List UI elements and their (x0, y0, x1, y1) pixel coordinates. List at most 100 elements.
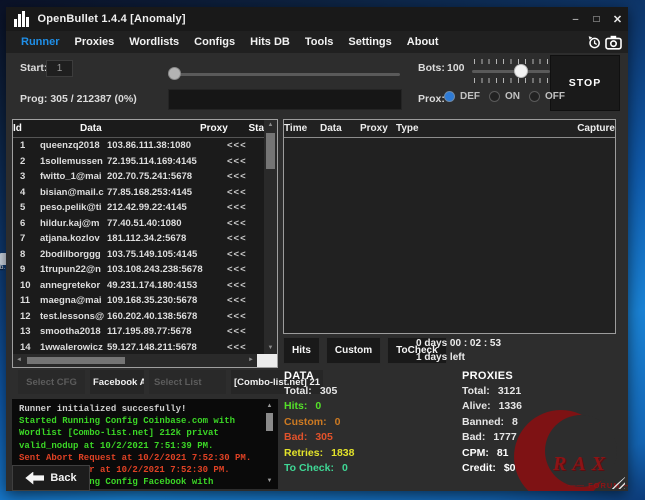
radio-button[interactable] (489, 91, 500, 102)
radio-button[interactable] (444, 91, 455, 102)
close-button[interactable]: ✕ (607, 7, 628, 31)
scroll-right-icon[interactable]: ► (245, 354, 257, 367)
back-label: Back (50, 472, 76, 484)
table-row[interactable]: 7 atjana.kozlov 181.112.34.2:5678 <<< (13, 231, 264, 247)
stat-value: 1336 (499, 399, 522, 414)
scroll-down-icon[interactable]: ▼ (264, 343, 277, 354)
vertical-scrollbar[interactable]: ▲ ▼ (264, 120, 277, 354)
stat-row: Retries: 1838 (284, 446, 354, 461)
menu-bar: Runner Proxies Wordlists Configs Hits DB… (6, 31, 628, 53)
result-tab[interactable]: Custom (326, 337, 381, 364)
screenshot-camera-icon[interactable] (605, 35, 622, 50)
menu-item[interactable]: Tools (305, 36, 334, 48)
cell-status: <<< (227, 264, 264, 275)
radio-button[interactable] (529, 91, 540, 102)
stat-value: 1838 (331, 446, 354, 461)
openbullet-window: OpenBullet 1.4.4 [Anomaly] – □ ✕ Runner … (6, 7, 628, 491)
cell-proxy: 59.127.148.211:5678 (107, 342, 227, 353)
slider-track (168, 73, 400, 76)
stat-label: Retries: (284, 446, 323, 461)
proxy-mode-option[interactable]: DEF (444, 91, 480, 102)
menu-item[interactable]: Runner (21, 36, 60, 48)
table-row[interactable]: 10 annegretekor 49.231.174.180:4153 <<< (13, 278, 264, 294)
cell-id: 5 (13, 202, 40, 213)
proxy-mode-option[interactable]: OFF (529, 91, 565, 102)
config-bar-button[interactable]: Select List (149, 370, 226, 394)
table-row[interactable]: 12 test.lessons@ 160.202.40.138:5678 <<< (13, 309, 264, 325)
scroll-down-icon[interactable]: ▼ (264, 477, 275, 486)
table-row[interactable]: 1 queenzq2018 103.86.111.38:1080 <<< (13, 138, 264, 154)
cell-id: 7 (13, 233, 40, 244)
stat-label: Credit: (462, 461, 496, 476)
result-tab[interactable]: Hits (283, 337, 320, 364)
scroll-left-icon[interactable]: ◄ (13, 354, 25, 367)
debugger-history-icon[interactable] (586, 34, 602, 50)
cell-status: <<< (227, 233, 264, 244)
table-row[interactable]: 8 2bodilborggg 103.75.149.105:4145 <<< (13, 247, 264, 263)
menu-item[interactable]: Wordlists (129, 36, 179, 48)
table-row[interactable]: 4 bisian@mail.c 77.85.168.253:4145 <<< (13, 185, 264, 201)
column-header[interactable]: Time (284, 123, 320, 134)
window-title: OpenBullet 1.4.4 [Anomaly] (38, 13, 186, 25)
proxy-mode-option[interactable]: ON (489, 91, 520, 102)
scroll-up-icon[interactable]: ▲ (264, 120, 277, 131)
resize-grip[interactable] (611, 477, 625, 489)
table-row[interactable]: 9 1trupun22@n 103.108.243.238:5678 <<< (13, 262, 264, 278)
back-button[interactable]: Back (12, 465, 90, 491)
column-header[interactable]: Proxy (360, 123, 396, 134)
table-row[interactable]: 6 hildur.kaj@m 77.40.51.40:1080 <<< (13, 216, 264, 232)
log-scrollbar[interactable]: ▲ ▼ (264, 402, 275, 486)
table-row[interactable]: 14 1wwalerowicz 59.127.148.211:5678 <<< (13, 340, 264, 355)
start-input[interactable] (46, 60, 73, 77)
scrollbar-thumb[interactable] (266, 133, 275, 169)
column-header[interactable]: Type (396, 123, 577, 134)
stat-row: Banned: 8 (462, 415, 522, 430)
table-row[interactable]: 3 fwitto_1@mai 202.70.75.241:5678 <<< (13, 169, 264, 185)
scroll-up-icon[interactable]: ▲ (264, 402, 275, 411)
scrollbar-thumb[interactable] (27, 357, 125, 364)
stop-button[interactable]: STOP (550, 55, 620, 111)
table-row[interactable]: 2 1sollemussen 72.195.114.169:4145 <<< (13, 154, 264, 170)
stat-label: Custom: (284, 415, 327, 430)
table-row[interactable]: 11 maegna@mai 109.168.35.230:5678 <<< (13, 293, 264, 309)
cell-id: 1 (13, 140, 40, 151)
stat-value: 0 (342, 461, 348, 476)
menu-item[interactable]: About (407, 36, 439, 48)
menu-item[interactable]: Proxies (75, 36, 115, 48)
log-line: valid_nodup at 10/2/2021 7:51:39 PM. (19, 440, 262, 452)
horizontal-scrollbar[interactable]: ◄ ► (13, 354, 257, 367)
table-row[interactable]: 13 smootha2018 117.195.89.77:5678 <<< (13, 324, 264, 340)
config-bar-button[interactable]: Facebook API (90, 370, 144, 394)
minimize-button[interactable]: – (565, 7, 586, 31)
radio-label: DEF (460, 91, 480, 102)
cell-data: peso.pelik@ti (40, 202, 107, 213)
menu-item[interactable]: Settings (348, 36, 391, 48)
slider-thumb[interactable] (514, 64, 528, 78)
menu-item[interactable]: Configs (194, 36, 235, 48)
table-row[interactable]: 5 peso.pelik@ti 212.42.99.22:4145 <<< (13, 200, 264, 216)
proxies-stats: PROXIES Total: 3121 Alive: 1336 Banned: … (462, 368, 522, 476)
wordlist-position-slider[interactable] (168, 67, 400, 81)
column-header[interactable]: Capture (577, 123, 615, 134)
column-header[interactable]: Sta (248, 123, 264, 134)
column-header[interactable]: Proxy (200, 123, 248, 134)
stat-label: Total: (284, 384, 312, 399)
slider-thumb[interactable] (168, 67, 181, 80)
menu-item[interactable]: Hits DB (250, 36, 290, 48)
cell-data: fwitto_1@mai (40, 171, 107, 182)
maximize-button[interactable]: □ (586, 7, 607, 31)
scrollbar-thumb[interactable] (266, 413, 273, 431)
log-line: Wordlist [Combo-list.net] 212k privat (19, 427, 262, 439)
stat-row: Total: 3121 (462, 384, 522, 399)
bots-slider[interactable] (472, 59, 550, 85)
cell-data: queenzq2018 (40, 140, 107, 151)
cell-proxy: 103.75.149.105:4145 (107, 249, 227, 260)
stat-value: 0 (335, 415, 341, 430)
cell-id: 12 (13, 311, 40, 322)
column-header[interactable]: Id (13, 123, 80, 134)
column-header[interactable]: Data (320, 123, 360, 134)
title-bar[interactable]: OpenBullet 1.4.4 [Anomaly] – □ ✕ (6, 7, 628, 31)
config-bar-button[interactable]: Select CFG (18, 370, 85, 394)
stat-row: Custom: 0 (284, 415, 354, 430)
column-header[interactable]: Data (80, 123, 200, 134)
